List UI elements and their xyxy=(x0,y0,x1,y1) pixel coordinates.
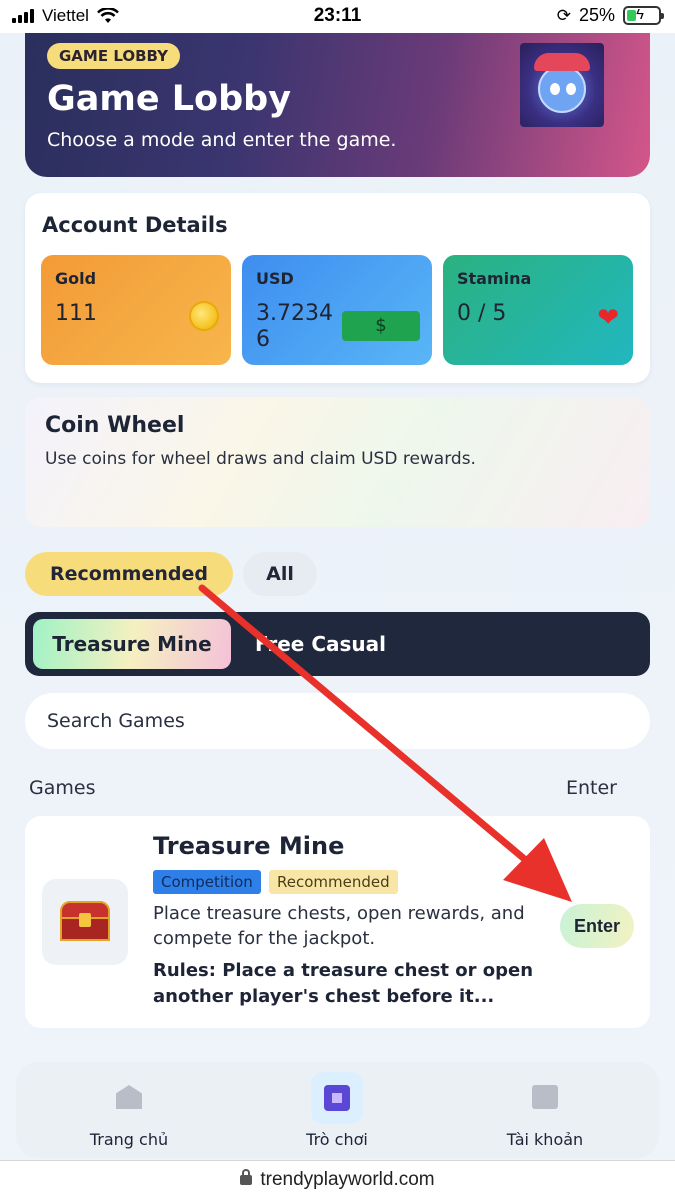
page-title: Game Lobby xyxy=(47,79,292,119)
game-title: Treasure Mine xyxy=(153,832,345,860)
game-rules: Rules: Place a treasure chest or open an… xyxy=(153,960,534,1007)
mode-tabs: Treasure Mine Free Casual xyxy=(25,612,650,676)
gold-value: 111 xyxy=(55,301,97,326)
game-icon xyxy=(311,1072,363,1124)
usd-tile: USD 3.72346 $ xyxy=(242,255,432,365)
rotation-lock-icon: ⟳ xyxy=(556,5,571,25)
tag-competition: Competition xyxy=(153,870,261,894)
stamina-label: Stamina xyxy=(457,269,532,288)
status-right: ⟳ 25% ϟ xyxy=(556,5,664,26)
heart-icon: ❤ xyxy=(597,303,619,333)
stamina-value: 0 / 5 xyxy=(457,301,507,326)
tab-treasure-mine[interactable]: Treasure Mine xyxy=(33,619,231,669)
url-bar[interactable]: trendyplayworld.com xyxy=(0,1160,675,1200)
filter-all[interactable]: All xyxy=(243,552,317,596)
game-description: Place treasure chests, open rewards, and… xyxy=(153,903,525,949)
home-icon xyxy=(103,1072,155,1124)
games-heading: Games xyxy=(29,777,96,799)
lock-icon xyxy=(240,1169,253,1185)
usd-value: 3.72346 xyxy=(256,301,333,352)
lobby-header: GAME LOBBY Game Lobby Choose a mode and … xyxy=(25,33,650,177)
status-bar: Viettel 23:11 ⟳ 25% ϟ xyxy=(0,0,675,33)
battery-icon: ϟ xyxy=(623,6,664,25)
mascot-image xyxy=(520,43,604,127)
account-details-card: Account Details Gold 111 USD 3.72346 $ S… xyxy=(25,193,650,383)
nav-home[interactable]: Trang chủ xyxy=(59,1072,199,1149)
filter-recommended[interactable]: Recommended xyxy=(25,552,233,596)
nav-games-label: Trò chơi xyxy=(306,1130,368,1149)
usd-label: USD xyxy=(256,269,294,288)
battery-percent: 25% xyxy=(578,5,615,25)
dollar-icon: $ xyxy=(342,311,420,341)
account-title: Account Details xyxy=(42,213,228,237)
page-subtitle: Choose a mode and enter the game. xyxy=(47,129,397,151)
tab-free-casual[interactable]: Free Casual xyxy=(255,619,386,669)
coin-wheel-title: Coin Wheel xyxy=(45,413,185,438)
nav-games[interactable]: Trò chơi xyxy=(267,1072,407,1149)
nav-account[interactable]: Tài khoản xyxy=(475,1072,615,1149)
tag-recommended: Recommended xyxy=(269,870,398,894)
enter-game-button[interactable]: Enter xyxy=(560,904,634,948)
game-card: Treasure Mine Competition Recommended Pl… xyxy=(25,816,650,1028)
coin-wheel-subtitle: Use coins for wheel draws and claim USD … xyxy=(45,449,476,469)
enter-heading: Enter xyxy=(566,777,617,799)
account-icon xyxy=(519,1072,571,1124)
bottom-nav: Trang chủ Trò chơi Tài khoản xyxy=(16,1062,659,1158)
url-text: trendyplayworld.com xyxy=(260,1169,435,1190)
stamina-tile: Stamina 0 / 5 ❤ xyxy=(443,255,633,365)
treasure-chest-icon xyxy=(42,879,128,965)
nav-account-label: Tài khoản xyxy=(506,1130,584,1149)
nav-home-label: Trang chủ xyxy=(89,1130,169,1149)
lobby-badge: GAME LOBBY xyxy=(47,43,180,69)
coin-wheel-card[interactable]: Coin Wheel Use coins for wheel draws and… xyxy=(25,397,650,527)
search-bar xyxy=(25,693,650,749)
gold-label: Gold xyxy=(55,269,97,288)
coin-icon xyxy=(189,301,219,331)
search-input[interactable] xyxy=(47,705,627,737)
gold-tile: Gold 111 xyxy=(41,255,231,365)
